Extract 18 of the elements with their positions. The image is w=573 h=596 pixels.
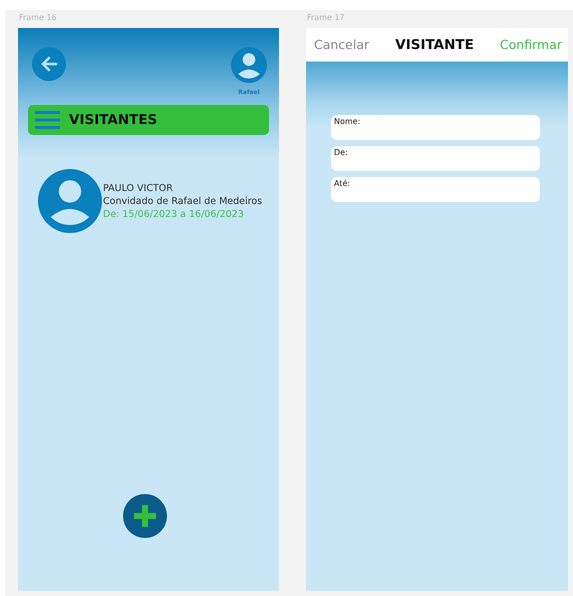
- input-field[interactable]: Até:: [331, 177, 540, 202]
- back-button[interactable]: [32, 47, 66, 81]
- visitor-host: Convidado de Rafael de Medeiros: [103, 194, 262, 208]
- add-button[interactable]: [123, 494, 167, 538]
- visitor-period: De: 15/06/2023 a 16/06/2023: [103, 208, 245, 220]
- frame-label: Frame 17: [306, 12, 346, 24]
- cancel-button[interactable]: Cancelar: [314, 37, 370, 52]
- frame-label: Frame 16: [18, 12, 58, 24]
- person-avatar-icon: [231, 47, 267, 83]
- screen-title: VISITANTES: [69, 112, 158, 128]
- person-avatar-icon: [38, 169, 102, 233]
- visitor-name: PAULO VICTOR: [103, 182, 174, 194]
- arrow-left-icon: [39, 54, 59, 74]
- input-field[interactable]: De:: [331, 146, 540, 171]
- menu-icon[interactable]: [35, 110, 60, 130]
- input-field[interactable]: Nome:: [331, 115, 540, 140]
- screen-title: VISITANTE: [395, 36, 474, 52]
- plus-icon: [132, 503, 158, 529]
